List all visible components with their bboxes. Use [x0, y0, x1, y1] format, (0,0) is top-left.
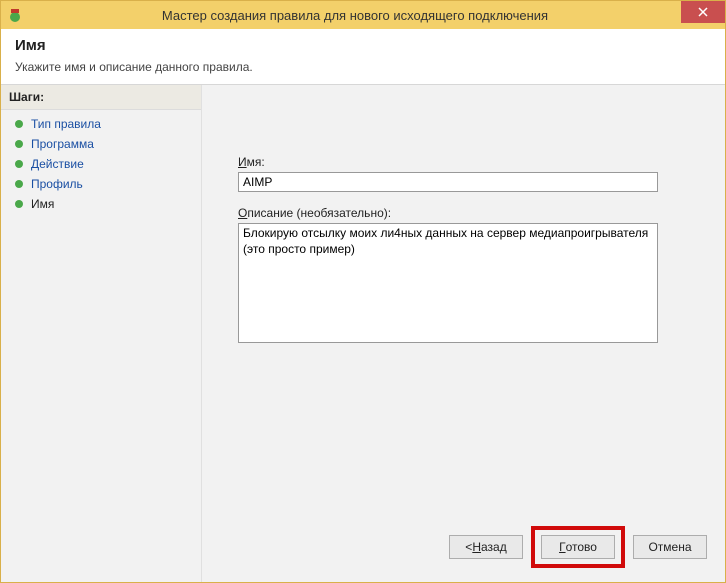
cancel-label: Отмена — [648, 540, 691, 554]
bullet-icon — [15, 120, 23, 128]
window-title: Мастер создания правила для нового исход… — [29, 8, 725, 23]
cancel-button[interactable]: Отмена — [633, 535, 707, 559]
back-accel: Н — [472, 540, 481, 554]
desc-label-rest: писание (необязательно): — [247, 206, 391, 220]
app-icon — [7, 7, 23, 23]
step-label: Программа — [31, 137, 94, 151]
name-label-rest: мя: — [247, 155, 265, 169]
back-button[interactable]: < Назад — [449, 535, 523, 559]
bullet-icon — [15, 140, 23, 148]
bullet-icon — [15, 160, 23, 168]
close-button[interactable] — [681, 1, 725, 23]
desc-label-accel: О — [238, 206, 247, 220]
close-icon — [698, 7, 708, 17]
description-label: Описание (необязательно): — [238, 206, 697, 220]
page-title: Имя — [15, 37, 711, 54]
step-label: Имя — [31, 197, 54, 211]
name-label: Имя: — [238, 155, 697, 169]
titlebar: Мастер создания правила для нового исход… — [1, 1, 725, 29]
step-label: Действие — [31, 157, 84, 171]
button-row: < Назад Готово Отмена — [441, 526, 707, 568]
wizard-window: Мастер создания правила для нового исход… — [0, 0, 726, 583]
steps-list: Тип правила Программа Действие Профиль И… — [1, 110, 201, 214]
back-arrow: < — [465, 540, 472, 554]
description-field-group: Описание (необязательно): — [238, 206, 697, 346]
name-input[interactable] — [238, 172, 658, 192]
finish-rest: отово — [566, 540, 597, 554]
steps-label: Шаги: — [1, 85, 201, 110]
content-pane: Имя: Описание (необязательно): < Назад Г… — [202, 85, 725, 582]
page-subtitle: Укажите имя и описание данного правила. — [15, 60, 711, 74]
name-field-group: Имя: — [238, 155, 697, 192]
name-label-accel: И — [238, 155, 247, 169]
step-label: Профиль — [31, 177, 83, 191]
wizard-header: Имя Укажите имя и описание данного прави… — [1, 29, 725, 85]
bullet-icon — [15, 200, 23, 208]
finish-highlight: Готово — [531, 526, 625, 568]
finish-button[interactable]: Готово — [541, 535, 615, 559]
sidebar: Шаги: Тип правила Программа Действие Про… — [1, 85, 202, 582]
step-profile[interactable]: Профиль — [1, 174, 201, 194]
wizard-body: Шаги: Тип правила Программа Действие Про… — [1, 85, 725, 582]
description-input[interactable] — [238, 223, 658, 343]
step-program[interactable]: Программа — [1, 134, 201, 154]
step-action[interactable]: Действие — [1, 154, 201, 174]
bullet-icon — [15, 180, 23, 188]
step-rule-type[interactable]: Тип правила — [1, 114, 201, 134]
step-name[interactable]: Имя — [1, 194, 201, 214]
back-rest: азад — [481, 540, 507, 554]
step-label: Тип правила — [31, 117, 101, 131]
